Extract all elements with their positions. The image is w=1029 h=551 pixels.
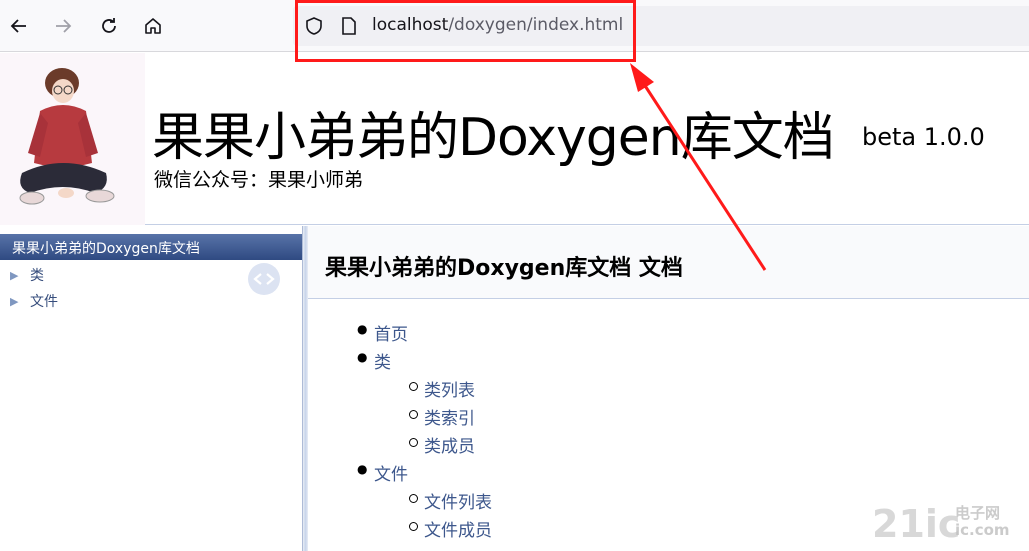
watermark-line1: 电子网 <box>955 504 1001 522</box>
watermark-line2: ic.com <box>955 521 1010 539</box>
watermark-text: 电子网 ic.com <box>955 505 1010 539</box>
annotation-arrow <box>630 63 767 271</box>
watermark-logo: 21ic <box>872 502 961 546</box>
